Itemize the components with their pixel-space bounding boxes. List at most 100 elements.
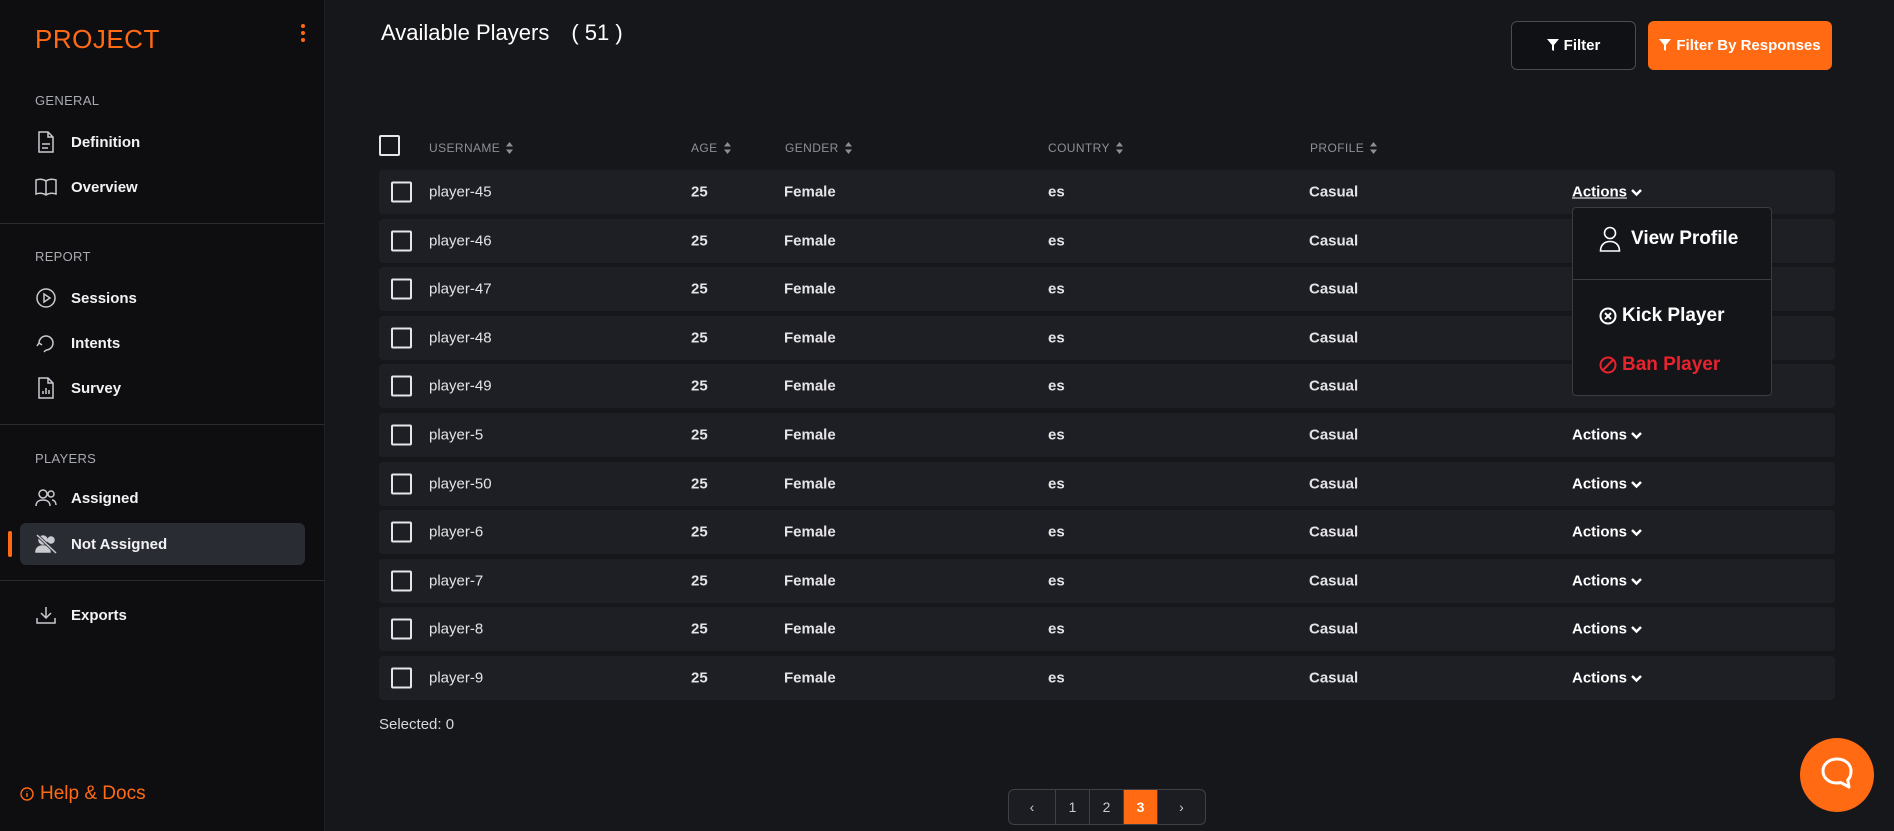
sidebar-item-survey[interactable]: Survey [20,367,305,409]
sidebar-item-definition[interactable]: Definition [20,121,305,163]
cell-username: player-8 [429,620,484,638]
sidebar: PROJECT GENERAL Definition Overview REPO… [0,0,325,831]
more-options-icon[interactable] [296,24,310,42]
chat-launcher-button[interactable] [1800,738,1874,812]
row-checkbox[interactable] [391,375,412,397]
actions-label: Actions [1572,475,1628,493]
row-checkbox[interactable] [391,424,412,446]
actions-dropdown-button[interactable]: Actions [1572,573,1642,590]
sidebar-item-label: Not Assigned [71,535,168,553]
help-docs-link[interactable]: Help & Docs [20,783,146,805]
section-label-report: REPORT [35,249,91,264]
pagination-page-2[interactable]: 2 [1090,790,1124,824]
cell-country: es [1048,523,1065,541]
chevron-down-icon [1631,431,1642,439]
actions-dropdown-button[interactable]: Actions [1572,427,1642,444]
divider [0,223,325,224]
sidebar-item-label: Survey [71,379,122,397]
cell-country: es [1048,475,1065,493]
row-checkbox[interactable] [391,618,412,640]
cell-age: 25 [691,280,708,298]
cell-profile: Casual [1309,572,1359,590]
cell-country: es [1048,329,1065,347]
cell-username: player-6 [429,523,484,541]
actions-dropdown-button[interactable]: Actions [1572,524,1642,541]
divider [0,424,325,425]
section-label-general: GENERAL [35,93,100,108]
cell-username: player-45 [429,183,492,201]
sidebar-item-assigned[interactable]: Assigned [20,477,305,519]
ban-player-menu-item[interactable]: Ban Player [1599,354,1720,376]
row-checkbox[interactable] [391,278,412,300]
cell-country: es [1048,183,1065,201]
row-checkbox[interactable] [391,667,412,689]
kick-player-label: Kick Player [1622,305,1725,326]
play-circle-icon [35,287,57,309]
download-icon [35,604,57,626]
pagination: ‹ 1 2 3 › [1008,789,1206,825]
actions-dropdown-menu: View Profile Kick Player Ban Player [1572,207,1772,396]
actions-dropdown-button[interactable]: Actions [1572,621,1642,638]
sidebar-item-not-assigned[interactable]: Not Assigned [20,523,305,565]
cell-username: player-7 [429,572,484,590]
filter-button[interactable]: Filter [1511,21,1636,70]
row-checkbox[interactable] [391,181,412,203]
cell-gender: Female [784,232,836,250]
column-header-username[interactable]: USERNAME [429,141,514,155]
cell-profile: Casual [1309,232,1359,250]
actions-label: Actions [1572,572,1628,590]
table-row: player-50 25 Female es Casual Actions [379,462,1835,506]
actions-dropdown-button[interactable]: Actions [1572,476,1642,493]
table-row: player-8 25 Female es Casual Actions [379,607,1835,651]
column-header-gender[interactable]: GENDER [785,141,852,155]
pagination-page-3[interactable]: 3 [1124,790,1158,824]
row-checkbox[interactable] [391,570,412,592]
chevron-down-icon [1631,577,1642,585]
view-profile-menu-item[interactable]: View Profile [1599,226,1738,252]
ban-icon [1599,356,1617,374]
sidebar-item-sessions[interactable]: Sessions [20,277,305,319]
kick-player-menu-item[interactable]: Kick Player [1599,305,1724,327]
cell-profile: Casual [1309,620,1359,638]
cell-country: es [1048,620,1065,638]
column-header-profile[interactable]: PROFILE [1310,141,1378,155]
cell-age: 25 [691,183,708,201]
pagination-next-button[interactable]: › [1158,790,1205,824]
cell-country: es [1048,426,1065,444]
brand-logo[interactable]: PROJECT [35,24,160,55]
sidebar-item-label: Exports [71,606,127,624]
row-checkbox[interactable] [391,327,412,349]
column-header-age[interactable]: AGE [691,141,731,155]
actions-dropdown-button[interactable]: Actions [1572,670,1642,687]
sort-icon [723,142,731,154]
selected-count: Selected: 0 [379,716,455,733]
filter-by-responses-button[interactable]: Filter By Responses [1648,21,1832,70]
actions-dropdown-button[interactable]: Actions [1572,184,1642,201]
cell-username: player-47 [429,280,492,298]
pagination-page-1[interactable]: 1 [1056,790,1090,824]
column-header-country[interactable]: COUNTRY [1048,141,1123,155]
chevron-down-icon [1631,480,1642,488]
cell-profile: Casual [1309,183,1359,201]
row-checkbox[interactable] [391,521,412,543]
sidebar-item-label: Overview [71,178,138,196]
ban-player-label: Ban Player [1622,354,1721,375]
cell-gender: Female [784,669,836,687]
sidebar-item-exports[interactable]: Exports [20,594,305,636]
cell-profile: Casual [1309,426,1359,444]
row-checkbox[interactable] [391,473,412,495]
select-all-checkbox[interactable] [379,135,400,156]
pagination-prev-button[interactable]: ‹ [1009,790,1056,824]
sidebar-item-label: Intents [71,334,121,352]
sidebar-item-intents[interactable]: Intents [20,322,305,364]
survey-icon [35,377,57,399]
cell-username: player-48 [429,329,492,347]
cell-profile: Casual [1309,280,1359,298]
row-checkbox[interactable] [391,230,412,252]
sidebar-item-overview[interactable]: Overview [20,166,305,208]
active-indicator [8,531,12,557]
cell-profile: Casual [1309,329,1359,347]
page-title-text: Available Players [381,20,550,45]
cell-gender: Female [784,620,836,638]
cell-profile: Casual [1309,669,1359,687]
